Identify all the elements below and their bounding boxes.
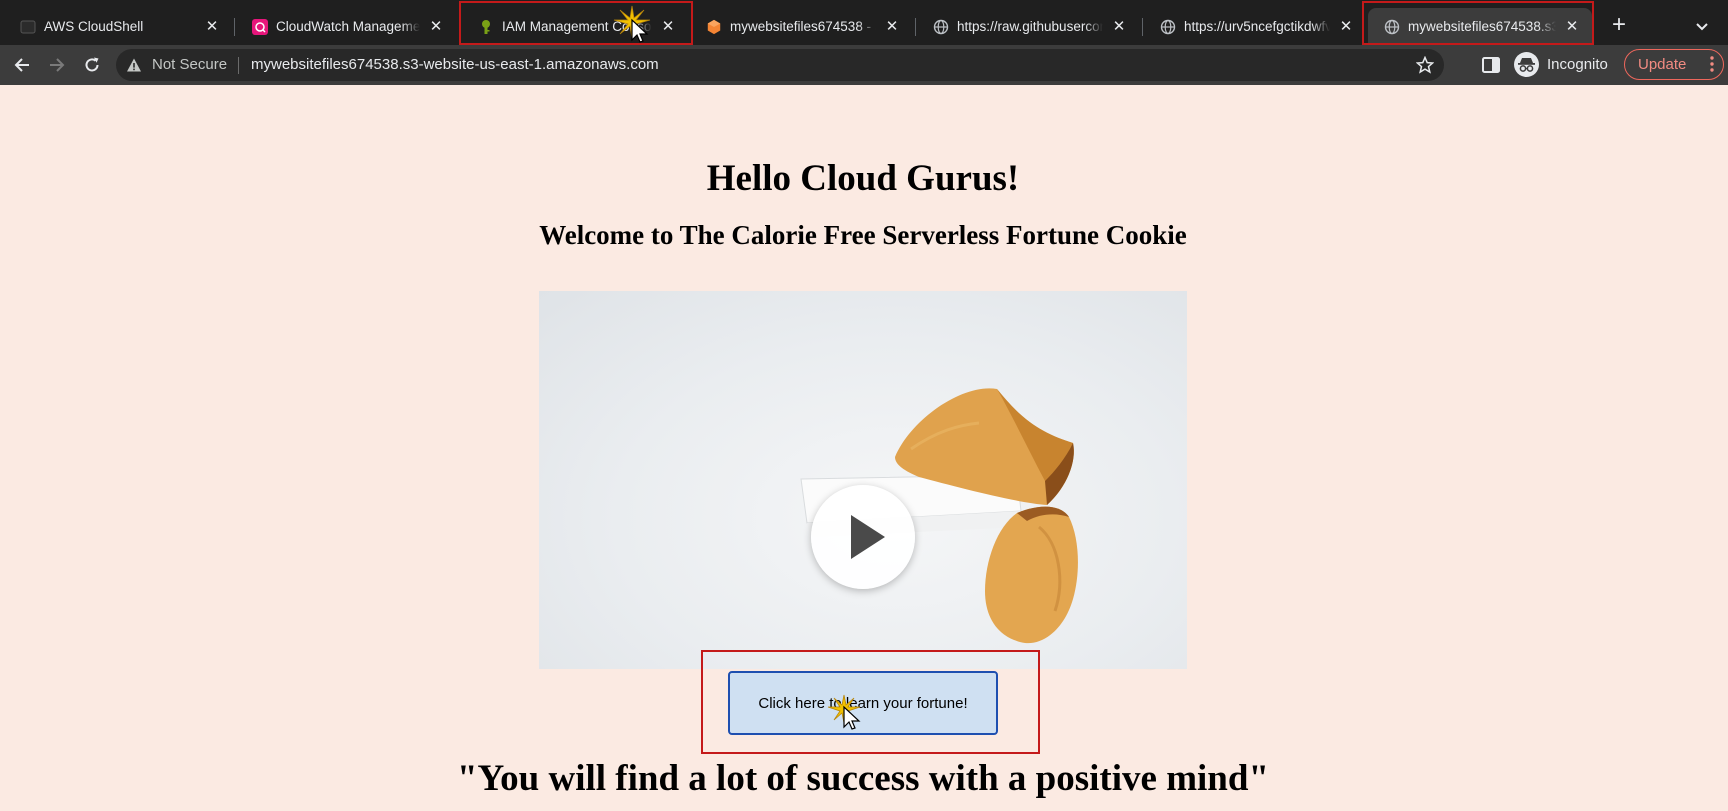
- incognito-icon[interactable]: [1514, 52, 1539, 77]
- tab-s3-bucket[interactable]: mywebsitefiles674538 - S3 ✕: [690, 8, 912, 45]
- tab-title: mywebsitefiles674538 - S3: [730, 19, 876, 34]
- bookmark-star-icon[interactable]: [1415, 55, 1435, 74]
- highlight-box: [1362, 1, 1594, 45]
- address-bar[interactable]: Not Secure mywebsitefiles674538.s3-websi…: [116, 49, 1444, 81]
- globe-icon: [933, 19, 949, 35]
- globe-icon: [1160, 19, 1176, 35]
- close-icon[interactable]: ✕: [202, 17, 222, 37]
- close-icon[interactable]: ✕: [426, 17, 446, 37]
- warning-icon[interactable]: [126, 57, 142, 73]
- tab-aws-cloudshell[interactable]: AWS CloudShell ✕: [4, 8, 232, 45]
- tab-title: https://urv5ncefgctikdwfv: [1184, 19, 1330, 34]
- s3-icon: [706, 19, 722, 35]
- play-icon: [851, 515, 885, 559]
- tab-title: https://raw.githubusercontent: [957, 19, 1103, 34]
- tab-urv5n-link[interactable]: https://urv5ncefgctikdwfv ✕: [1144, 8, 1366, 45]
- cloudwatch-icon: [252, 18, 268, 35]
- tab-cloudwatch[interactable]: CloudWatch Management C ✕: [236, 8, 456, 45]
- tab-title: AWS CloudShell: [44, 19, 196, 34]
- close-icon[interactable]: ✕: [1109, 17, 1129, 37]
- reload-icon[interactable]: [78, 53, 106, 77]
- side-panel-icon[interactable]: [1481, 55, 1501, 75]
- cloudshell-icon: [20, 19, 36, 35]
- omnibox-divider: [238, 57, 239, 74]
- tab-separator: [1142, 18, 1143, 36]
- play-button[interactable]: [811, 485, 915, 589]
- browser-toolbar: Not Secure mywebsitefiles674538.s3-websi…: [0, 45, 1728, 85]
- forward-arrow-icon[interactable]: [43, 53, 71, 77]
- url-text[interactable]: mywebsitefiles674538.s3-website-us-east-…: [251, 56, 659, 73]
- tab-raw-github[interactable]: https://raw.githubusercontent ✕: [917, 8, 1139, 45]
- update-label: Update: [1638, 56, 1687, 73]
- update-button[interactable]: Update: [1624, 49, 1724, 80]
- fortune-message: "You will find a lot of success with a p…: [457, 758, 1269, 799]
- tab-search-icon[interactable]: [1690, 14, 1714, 38]
- tab-title: CloudWatch Management C: [276, 19, 420, 34]
- fortune-cookie-video[interactable]: [539, 291, 1187, 669]
- page-title: Hello Cloud Gurus!: [706, 158, 1020, 199]
- learn-fortune-button[interactable]: Click here to learn your fortune!: [728, 671, 998, 735]
- page-content: Hello Cloud Gurus! Welcome to The Calori…: [0, 85, 1728, 811]
- highlight-box: [459, 1, 693, 45]
- new-tab-icon[interactable]: +: [1606, 13, 1632, 39]
- back-arrow-icon[interactable]: [8, 53, 36, 77]
- tab-separator: [915, 18, 916, 36]
- fortune-cookie-illustration: [800, 388, 1078, 644]
- incognito-label[interactable]: Incognito: [1547, 56, 1608, 73]
- tab-separator: [234, 18, 235, 36]
- close-icon[interactable]: ✕: [1336, 17, 1356, 37]
- close-icon[interactable]: ✕: [882, 17, 902, 37]
- tab-strip: AWS CloudShell ✕ CloudWatch Management C…: [0, 0, 1728, 45]
- page-subtitle: Welcome to The Calorie Free Serverless F…: [539, 220, 1187, 250]
- security-status[interactable]: Not Secure: [152, 56, 227, 73]
- more-menu-icon[interactable]: [1710, 55, 1714, 77]
